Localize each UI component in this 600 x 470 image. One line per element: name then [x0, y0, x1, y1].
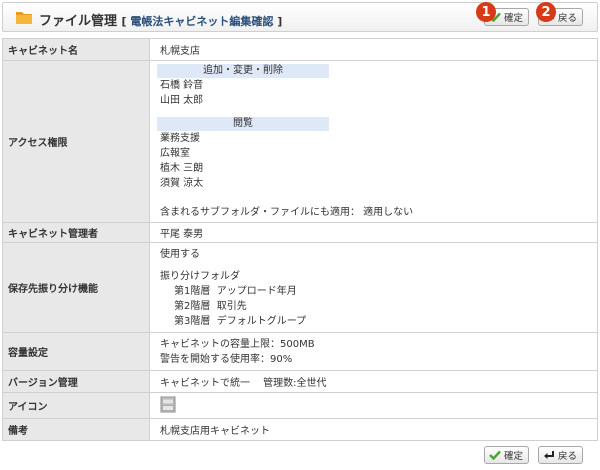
icon-value	[149, 392, 598, 419]
admin-value: 平尾 泰男	[149, 222, 598, 243]
table-row: キャビネット管理者 平尾 泰男	[2, 222, 598, 243]
table-row: 容量設定 キャビネットの容量上限：500MB 警告を開始する使用率：90%	[2, 332, 598, 371]
admin-label: キャビネット管理者	[2, 222, 150, 243]
list-item: 山田 太郎	[160, 94, 204, 106]
table-row: アクセス権限 追加・変更・削除 石橋 鈴音 山田 太郎 閲覧 業務支援 広報室 …	[2, 60, 598, 223]
list-item: 広報室	[160, 147, 190, 159]
capacity-value: キャビネットの容量上限：500MB 警告を開始する使用率：90%	[149, 332, 598, 371]
cabinet-icon	[160, 396, 176, 412]
notes-label: 備考	[2, 418, 150, 441]
cabinet-name-label: キャビネット名	[2, 38, 150, 61]
access-value: 追加・変更・削除 石橋 鈴音 山田 太郎 閲覧 業務支援 広報室 植木 三朗 須…	[149, 60, 598, 223]
back-arrow-icon	[544, 451, 554, 459]
footer-confirm-button[interactable]: 確定	[484, 446, 530, 464]
cabinet-name-value: 札幌支店	[149, 38, 598, 61]
step-badge-2: 2	[536, 2, 556, 22]
table-row: アイコン	[2, 392, 598, 419]
capacity-label: 容量設定	[2, 332, 150, 371]
step-badge-1: 1	[476, 2, 496, 22]
capacity-limit: キャビネットの容量上限：500MB	[160, 338, 315, 350]
list-item: 業務支援	[160, 132, 200, 144]
folder-icon	[16, 12, 32, 24]
sorting-label: 保存先振り分け機能	[2, 242, 150, 333]
sorting-folder-title: 振り分けフォルダ	[160, 270, 240, 282]
table-row: 備考 札幌支店用キャビネット	[2, 418, 598, 441]
subfolder-note: 含まれるサブフォルダ・ファイルにも適用： 適用しない	[160, 206, 414, 218]
icon-label: アイコン	[2, 392, 150, 419]
page-subtitle: [ 電帳法キャビネット編集確認 ]	[121, 15, 283, 28]
version-value: キャビネットで統一 管理数:全世代	[149, 370, 598, 393]
check-icon	[489, 450, 501, 460]
table-row: 保存先振り分け機能 使用する 振り分けフォルダ 第1階層 アップロード年月 第2…	[2, 242, 598, 333]
list-item: 植木 三朗	[160, 162, 204, 174]
access-group-view-header: 閲覧	[157, 116, 329, 131]
table-row: キャビネット名 札幌支店	[2, 38, 598, 61]
capacity-warning: 警告を開始する使用率：90%	[160, 353, 293, 365]
cabinet-detail-table: キャビネット名 札幌支店 アクセス権限 追加・変更・削除 石橋 鈴音 山田 太郎…	[2, 38, 598, 441]
version-label: バージョン管理	[2, 370, 150, 393]
sorting-value: 使用する 振り分けフォルダ 第1階層 アップロード年月 第2階層 取引先 第3階…	[149, 242, 598, 333]
sorting-status: 使用する	[160, 248, 200, 260]
access-group-edit-header: 追加・変更・削除	[157, 63, 329, 78]
access-label: アクセス権限	[2, 60, 150, 223]
list-item: 第2階層 取引先	[174, 300, 247, 312]
table-row: バージョン管理 キャビネットで統一 管理数:全世代	[2, 370, 598, 393]
list-item: 須賀 涼太	[160, 177, 204, 189]
list-item: 石橋 鈴音	[160, 79, 204, 91]
notes-value: 札幌支店用キャビネット	[149, 418, 598, 441]
list-item: 第1階層 アップロード年月	[174, 285, 297, 297]
list-item: 第3階層 デフォルトグループ	[174, 315, 307, 327]
page-title: ファイル管理 [ 電帳法キャビネット編集確認 ]	[39, 14, 283, 29]
footer-back-button[interactable]: 戻る	[538, 446, 584, 464]
